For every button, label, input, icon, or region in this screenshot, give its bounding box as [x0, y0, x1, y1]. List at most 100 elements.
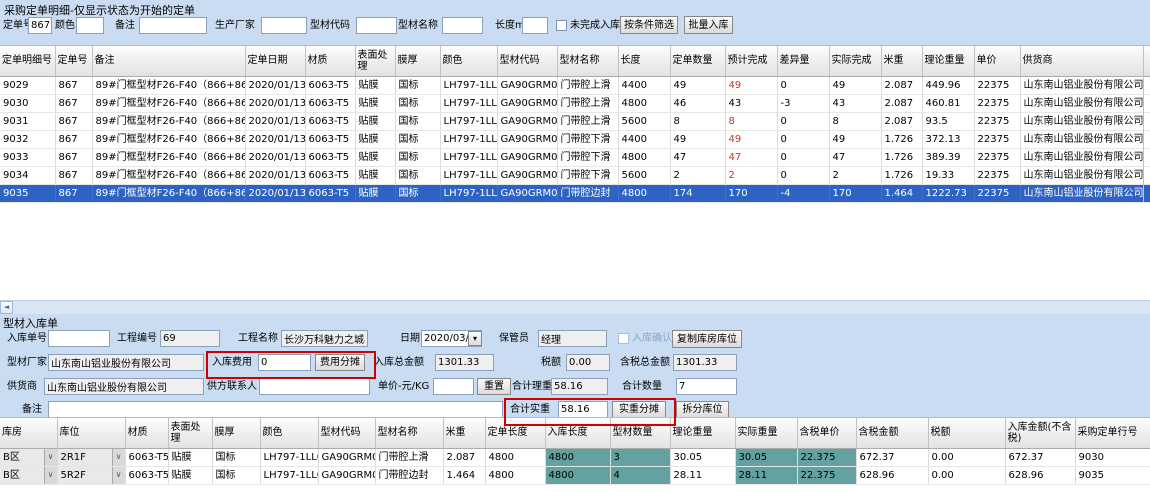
order-row[interactable]: 903486789#门框型材F26-F40（866+867）2020/01/13… [0, 167, 1150, 185]
cell: 2 [670, 167, 725, 185]
combo-cell[interactable]: ∨2R1F [57, 449, 125, 467]
remark-input[interactable] [48, 401, 503, 418]
actual-weight-allocate-button[interactable]: 实重分摊 [612, 401, 666, 418]
project-no-input[interactable] [160, 330, 220, 347]
cell: 国标 [395, 185, 440, 203]
column-header: 定单号 [55, 46, 92, 77]
inbound-row[interactable]: ∨B区∨5R2F6063-T5贴膜国标LH797-1LL0GA90GRM05门带… [0, 467, 1150, 485]
calendar-dropdown-icon[interactable]: ▾ [468, 331, 482, 346]
unfinished-checkbox[interactable] [556, 20, 567, 31]
remark-filter-input[interactable] [139, 17, 207, 34]
cell: 1.726 [881, 167, 922, 185]
column-header: 型材代码 [497, 46, 557, 77]
cell: LH797-1LL0 [260, 467, 318, 485]
cell: 山东南山铝业股份有限公司 [1020, 167, 1143, 185]
combo-cell[interactable]: ∨B区 [0, 467, 57, 485]
order-row[interactable]: 903186789#门框型材F26-F40（866+867）2020/01/13… [0, 113, 1150, 131]
column-header: 预计完成 [725, 46, 777, 77]
combo-value: 5R2F [61, 470, 86, 481]
order-no-input[interactable] [28, 17, 52, 34]
cell: LH797-1LL0 [440, 149, 497, 167]
cell: 89#门框型材F26-F40（866+867） [92, 113, 245, 131]
combo-arrow-icon[interactable]: ∨ [44, 449, 57, 466]
keeper-input[interactable] [538, 330, 607, 347]
inbound-row[interactable]: ∨B区∨2R1F6063-T5贴膜国标LH797-1LL0GA90GRM03门带… [0, 449, 1150, 467]
profile-name-filter-input[interactable] [442, 17, 483, 34]
cell [1143, 77, 1150, 95]
order-row[interactable]: 902986789#门框型材F26-F40（866+867）2020/01/13… [0, 77, 1150, 95]
total-qty-input[interactable] [676, 378, 737, 395]
length-filter-input[interactable] [522, 17, 548, 34]
combo-arrow-icon[interactable]: ∨ [112, 449, 125, 466]
cell: 867 [55, 131, 92, 149]
horizontal-scrollbar[interactable]: ◄ [0, 300, 1150, 314]
column-header: 供货商 [1020, 46, 1143, 77]
cell: 867 [55, 95, 92, 113]
cell: 贴膜 [355, 185, 395, 203]
color-filter-label: 颜色 [55, 17, 75, 34]
column-header: 差异量 [777, 46, 829, 77]
combo-arrow-icon[interactable]: ∨ [112, 467, 125, 484]
cell: 4800 [485, 449, 545, 467]
cell: 国标 [395, 95, 440, 113]
reset-button[interactable]: 重置 [477, 378, 511, 395]
order-row[interactable]: 903386789#门框型材F26-F40（866+867）2020/01/13… [0, 149, 1150, 167]
order-row[interactable]: 903286789#门框型材F26-F40（866+867）2020/01/13… [0, 131, 1150, 149]
batch-inbound-button[interactable]: 批量入库 [684, 16, 733, 34]
profile-name-filter-label: 型材名称 [398, 17, 438, 34]
order-row[interactable]: 903086789#门框型材F26-F40（866+867）2020/01/13… [0, 95, 1150, 113]
total-theory-weight-input[interactable] [551, 378, 608, 395]
cell [1143, 95, 1150, 113]
copy-warehouse-location-button[interactable]: 复制库房库位 [672, 330, 742, 348]
unfinished-checkbox-label: 未完成入库 [570, 17, 620, 34]
receipt-no-input[interactable] [48, 330, 110, 347]
cell: 43 [829, 95, 881, 113]
inbound-fee-input[interactable] [258, 354, 311, 371]
cell: 4800 [618, 149, 670, 167]
tax-total-input[interactable] [673, 354, 737, 371]
column-header: 型材数量 [610, 418, 670, 449]
inbound-total-input[interactable] [435, 354, 494, 371]
inbound-confirm-checkbox[interactable] [618, 333, 629, 344]
combo-cell[interactable]: ∨B区 [0, 449, 57, 467]
filter-by-condition-button[interactable]: 按条件筛选 [620, 16, 678, 34]
cell: 0 [777, 167, 829, 185]
profile-code-filter-input[interactable] [356, 17, 397, 34]
factory-input[interactable] [48, 354, 204, 371]
color-filter-input[interactable] [76, 17, 104, 34]
cell: 6063-T5 [125, 467, 168, 485]
cell: 389.39 [922, 149, 974, 167]
manufacturer-label: 生产厂家 [215, 17, 255, 34]
cell: 1.464 [881, 185, 922, 203]
total-actual-weight-input[interactable] [558, 401, 608, 418]
cell: 19.33 [922, 167, 974, 185]
manufacturer-input[interactable] [261, 17, 307, 34]
project-name-input[interactable] [281, 330, 368, 347]
unit-price-input[interactable] [433, 378, 474, 395]
cell: 2020/01/13 [245, 185, 305, 203]
supplier-contact-input[interactable] [259, 378, 370, 395]
cell: 山东南山铝业股份有限公司 [1020, 77, 1143, 95]
scroll-left-icon[interactable]: ◄ [0, 301, 13, 314]
cell: 372.13 [922, 131, 974, 149]
split-location-button[interactable]: 拆分库位 [676, 401, 729, 418]
supplier-input[interactable] [44, 378, 204, 395]
cell: 22.375 [797, 467, 856, 485]
cell: 1.464 [443, 467, 485, 485]
cell: 6063-T5 [305, 113, 355, 131]
tax-input[interactable] [566, 354, 610, 371]
cell: LH797-1LL0 [440, 131, 497, 149]
column-header: 型材代码 [318, 418, 375, 449]
total-actual-weight-label: 合计实重 [510, 401, 550, 418]
cell: 43 [725, 95, 777, 113]
combo-arrow-icon[interactable]: ∨ [44, 467, 57, 484]
cell: 672.37 [856, 449, 928, 467]
cell: 贴膜 [168, 449, 212, 467]
cell [1143, 113, 1150, 131]
fee-allocate-button[interactable]: 费用分摊 [315, 354, 365, 371]
cell: 8 [670, 113, 725, 131]
cell: 山东南山铝业股份有限公司 [1020, 113, 1143, 131]
cell [1143, 185, 1150, 203]
order-row[interactable]: 903586789#门框型材F26-F40（866+867）2020/01/13… [0, 185, 1150, 203]
combo-cell[interactable]: ∨ 5R2F [57, 467, 125, 485]
